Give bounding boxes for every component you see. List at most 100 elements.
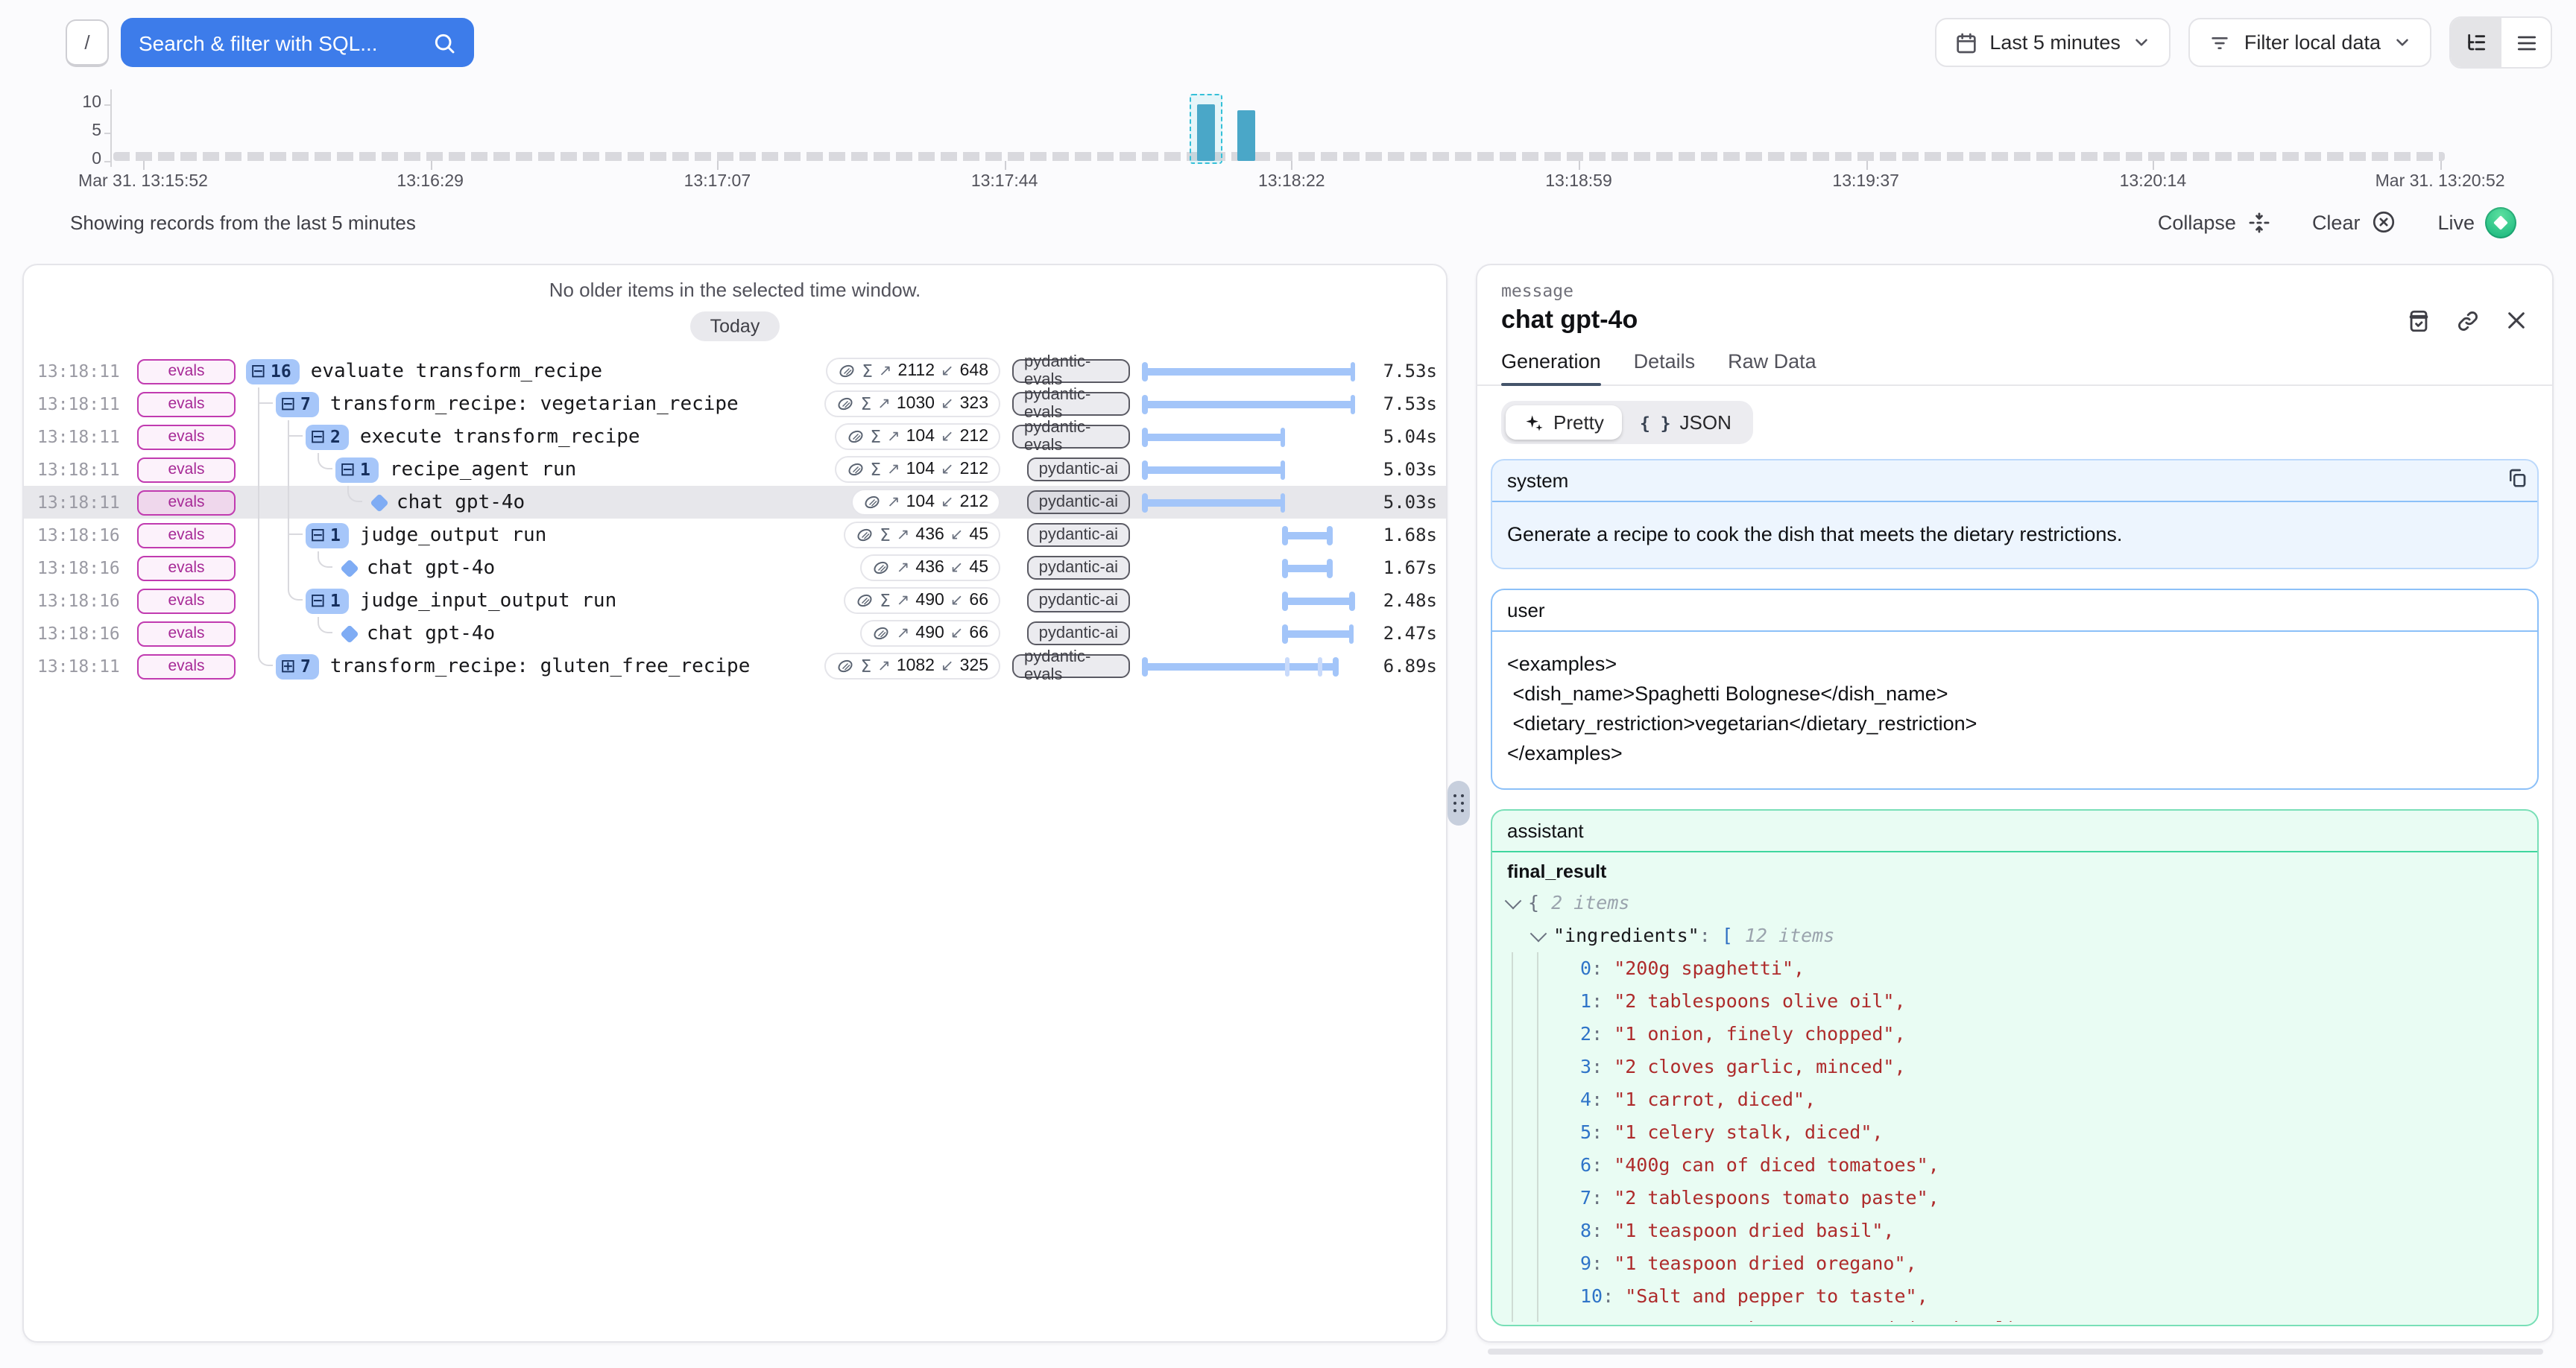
row-duration: 7.53s	[1354, 393, 1437, 414]
trace-row[interactable]: 13:18:11evals⊟16evaluate transform_recip…	[24, 355, 1446, 387]
trace-row[interactable]: 13:18:16evals⊟1judge_output runΣ↗436↙45p…	[24, 519, 1446, 551]
token-stats-pill[interactable]: ↗490↙66	[861, 620, 1000, 647]
tree-cell: chat gpt-4o	[246, 617, 861, 650]
item-value: "200g spaghetti",	[1614, 957, 1805, 979]
duration-bar-cell	[1143, 453, 1354, 486]
caret-down-icon[interactable]	[1505, 892, 1522, 909]
tokens-in-arrow-icon: ↗	[887, 428, 900, 446]
collapse-count-chip[interactable]: ⊟1	[335, 457, 379, 482]
collapse-count-chip[interactable]: ⊟2	[306, 424, 350, 449]
search-icon	[432, 31, 456, 54]
token-stats-pill[interactable]: Σ↗2112↙648	[826, 358, 1000, 384]
search-input[interactable]: Search & filter with SQL...	[121, 18, 474, 67]
trace-row[interactable]: 13:18:11evals⊟2execute transform_recipeΣ…	[24, 420, 1446, 453]
caret-down-icon[interactable]	[1530, 925, 1547, 942]
tokens-in: 1030	[897, 395, 935, 413]
pretty-mode-button[interactable]: Pretty	[1506, 405, 1622, 440]
trace-row[interactable]: 13:18:16evalschat gpt-4o↗490↙66pydantic-…	[24, 617, 1446, 650]
x-tick-mark	[143, 161, 145, 170]
service-badge[interactable]: evals	[137, 490, 236, 515]
tab-details[interactable]: Details	[1634, 350, 1696, 384]
clear-button[interactable]: Clear	[2312, 209, 2398, 235]
x-tick-label: 13:19:37	[1832, 173, 1899, 191]
json-mode-button[interactable]: { } JSON	[1622, 405, 1749, 440]
collapse-count-chip[interactable]: ⊟16	[246, 358, 300, 384]
trace-row[interactable]: 13:18:16evals⊟1judge_input_output runΣ↗4…	[24, 584, 1446, 617]
service-badge[interactable]: evals	[137, 588, 236, 613]
service-badge[interactable]: evals	[137, 653, 236, 679]
pin-panel-icon[interactable]	[2406, 308, 2431, 333]
token-stats-pill[interactable]: Σ↗104↙212	[834, 456, 1000, 483]
item-index: 10	[1580, 1285, 1603, 1307]
token-stats-pill[interactable]: Σ↗1082↙325	[825, 653, 1000, 680]
filter-local-data-button[interactable]: Filter local data	[2189, 18, 2431, 67]
trace-row[interactable]: 13:18:11evals⊟1recipe_agent runΣ↗104↙212…	[24, 453, 1446, 486]
service-badge[interactable]: evals	[137, 621, 236, 646]
token-stats-pill[interactable]: ↗436↙45	[861, 554, 1000, 581]
token-stats-pill[interactable]: ↗104↙212	[851, 489, 1000, 516]
histogram-bar[interactable]	[1237, 110, 1255, 161]
collapse-count-chip[interactable]: ⊟7	[276, 391, 320, 417]
item-value: "1 onion, finely chopped",	[1614, 1022, 1905, 1045]
panel-resize-handle[interactable]	[1448, 781, 1470, 826]
trace-row[interactable]: 13:18:11evals⊞7transform_recipe: gluten_…	[24, 650, 1446, 683]
tokens-in: 104	[906, 460, 935, 478]
token-stats-pill[interactable]: Σ↗104↙212	[834, 423, 1000, 450]
tokens-out-arrow-icon: ↙	[950, 624, 964, 642]
trace-row[interactable]: 13:18:11evalschat gpt-4o↗104↙212pydantic…	[24, 486, 1446, 519]
scope-tag[interactable]: pydantic-evals	[1012, 425, 1130, 449]
trace-row[interactable]: 13:18:16evalschat gpt-4o↗436↙45pydantic-…	[24, 551, 1446, 584]
collapse-count-chip[interactable]: ⊟1	[306, 588, 350, 613]
close-icon[interactable]	[2504, 308, 2528, 333]
collapse-button[interactable]: Collapse	[2158, 209, 2272, 235]
collapse-icon: ⊟	[310, 526, 326, 545]
x-tick-label: Mar 31. 13:20:52	[2375, 173, 2505, 191]
collapse-count-chip[interactable]: ⊟1	[306, 522, 350, 548]
span-name: transform_recipe: vegetarian_recipe	[330, 393, 739, 415]
final-result-label: final_result	[1507, 861, 2522, 886]
scope-tag[interactable]: pydantic-ai	[1027, 589, 1130, 612]
detail-tabs: Generation Details Raw Data	[1477, 350, 2552, 386]
service-badge[interactable]: evals	[137, 391, 236, 417]
x-tick-mark	[1866, 161, 1867, 170]
tokens-in-arrow-icon: ↗	[887, 460, 900, 478]
service-badge[interactable]: evals	[137, 555, 236, 580]
today-pill[interactable]: Today	[691, 311, 780, 341]
scope-tag[interactable]: pydantic-ai	[1027, 523, 1130, 547]
service-badge[interactable]: evals	[137, 424, 236, 449]
service-badge[interactable]: evals	[137, 457, 236, 482]
token-stats-pill[interactable]: Σ↗490↙66	[844, 587, 1000, 614]
scope-tag[interactable]: pydantic-ai	[1027, 621, 1130, 645]
token-stats-pill[interactable]: Σ↗436↙45	[844, 522, 1000, 548]
time-range-button[interactable]: Last 5 minutes	[1934, 18, 2171, 67]
horizontal-scrollbar[interactable]	[1488, 1349, 2543, 1355]
service-badge[interactable]: evals	[137, 522, 236, 548]
item-value: "1 celery stalk, diced",	[1614, 1121, 1883, 1143]
scope-tag[interactable]: pydantic-ai	[1027, 556, 1130, 580]
x-tick-label: 13:20:14	[2120, 173, 2187, 191]
tokens-in: 436	[915, 526, 944, 544]
expand-count-chip[interactable]: ⊞7	[276, 653, 320, 679]
tab-raw-data[interactable]: Raw Data	[1728, 350, 1816, 384]
live-toggle[interactable]: Live	[2437, 206, 2516, 238]
row-timestamp: 13:18:11	[37, 492, 124, 513]
scope-tag[interactable]: pydantic-ai	[1027, 490, 1130, 514]
token-stats-pill[interactable]: Σ↗1030↙323	[825, 390, 1000, 417]
trace-row[interactable]: 13:18:11evals⊟7transform_recipe: vegetar…	[24, 387, 1446, 420]
scope-tag[interactable]: pydantic-evals	[1012, 392, 1130, 416]
service-badge[interactable]: evals	[137, 358, 236, 384]
copy-link-icon[interactable]	[2455, 308, 2481, 333]
histogram-bar[interactable]	[1197, 104, 1215, 161]
item-index: 3	[1580, 1055, 1591, 1077]
row-duration: 5.03s	[1354, 459, 1437, 480]
list-view-toggle[interactable]	[2500, 18, 2551, 67]
scope-tag[interactable]: pydantic-evals	[1012, 359, 1130, 383]
tree-view-toggle[interactable]	[2451, 18, 2500, 67]
span-duration-bar	[1143, 466, 1284, 473]
list-view-icon	[2514, 31, 2538, 54]
collapse-icon: ⊟	[310, 428, 326, 446]
tab-generation[interactable]: Generation	[1501, 350, 1601, 384]
json-array-item: 7: "2 tablespoons tomato paste",	[1507, 1181, 2522, 1214]
scope-tag[interactable]: pydantic-evals	[1012, 654, 1130, 678]
scope-tag[interactable]: pydantic-ai	[1027, 457, 1130, 481]
